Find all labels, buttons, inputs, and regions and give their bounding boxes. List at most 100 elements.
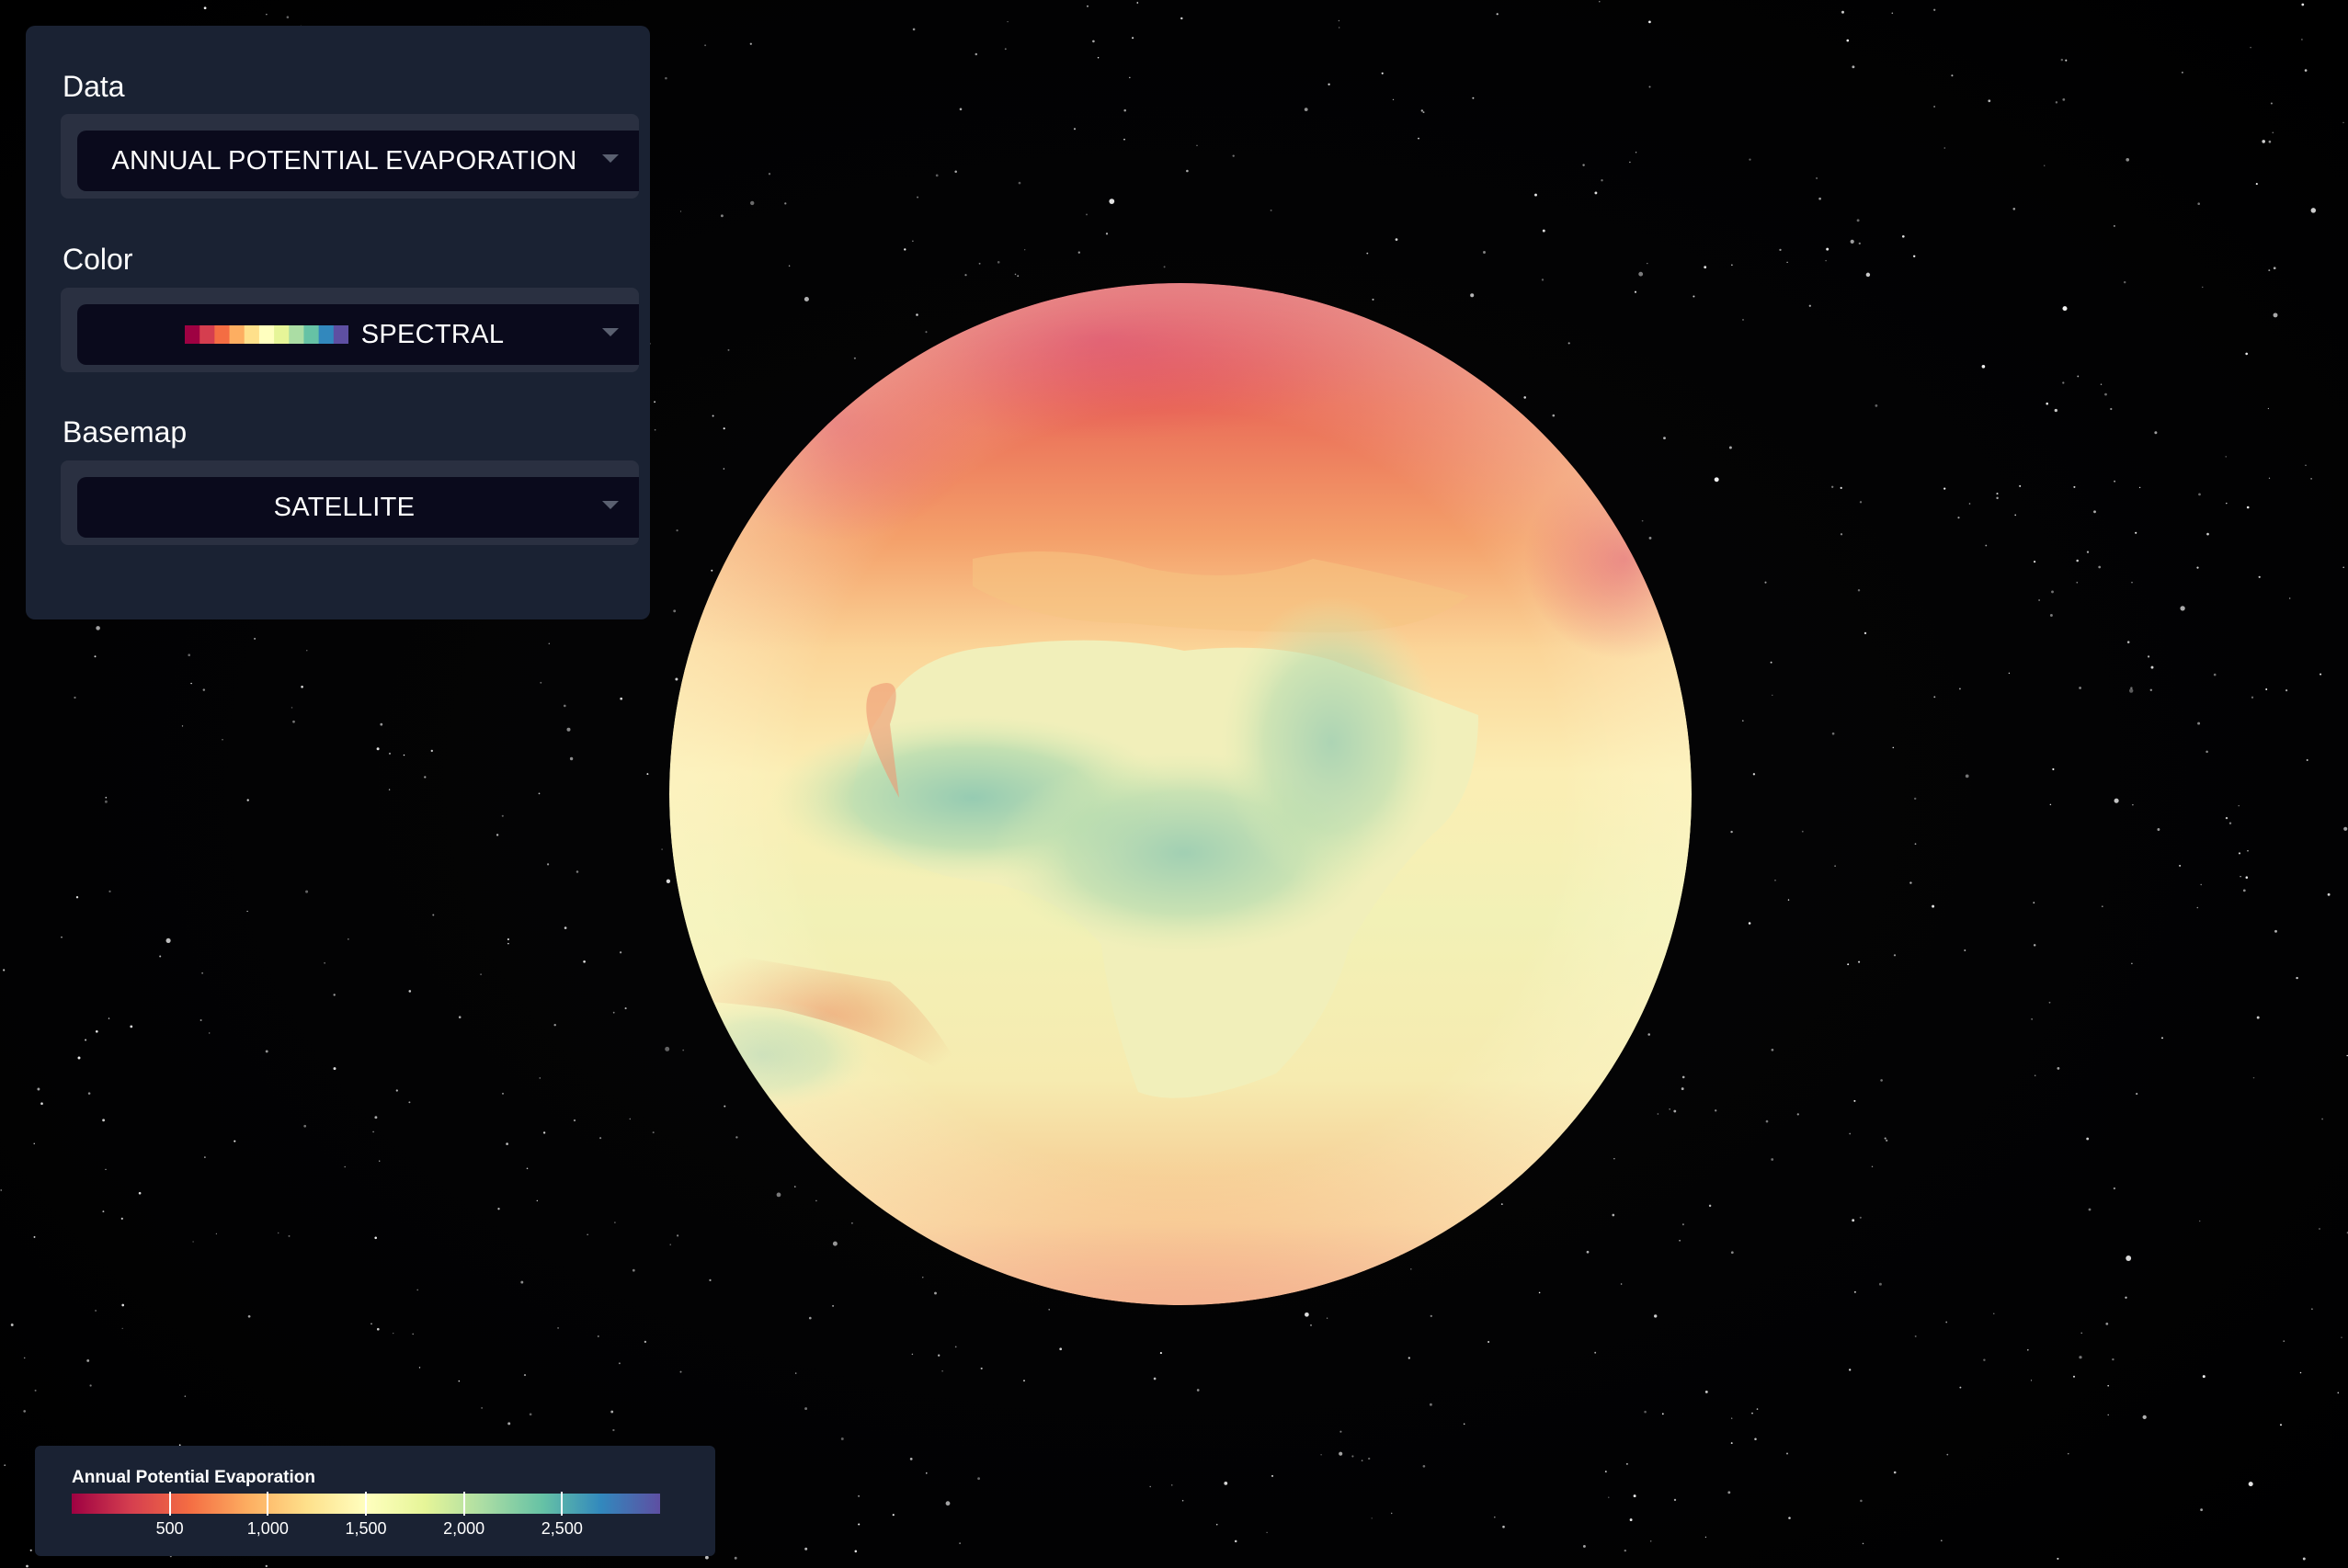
star — [2238, 805, 2240, 807]
star — [2213, 673, 2217, 676]
star — [2321, 1118, 2323, 1120]
star — [1620, 1283, 1623, 1285]
star — [1841, 10, 1844, 14]
star — [564, 926, 567, 929]
star — [583, 960, 586, 963]
star — [2068, 1453, 2069, 1455]
star — [1320, 1454, 1322, 1456]
star — [2107, 1384, 2110, 1387]
color-select-button[interactable]: SPECTRAL — [77, 304, 639, 365]
star — [1871, 1165, 1874, 1168]
star — [2098, 565, 2102, 569]
star — [734, 1556, 737, 1560]
star — [1981, 364, 1986, 369]
star — [120, 1217, 123, 1220]
star — [1149, 1485, 1151, 1488]
star — [1371, 1517, 1373, 1519]
star — [286, 16, 290, 18]
star — [1968, 503, 1971, 505]
star — [89, 1384, 92, 1387]
star — [1993, 1312, 1995, 1314]
star — [1129, 76, 1131, 79]
star — [539, 1077, 541, 1079]
star — [418, 1367, 421, 1369]
star — [1186, 169, 1189, 173]
star — [2030, 1380, 2033, 1381]
star — [1638, 271, 1644, 277]
star — [652, 1131, 655, 1134]
star — [108, 890, 111, 893]
star — [497, 1208, 500, 1210]
star — [2198, 1220, 2201, 1222]
star — [784, 202, 787, 205]
star — [720, 214, 724, 218]
star — [1679, 1239, 1681, 1242]
star — [1901, 234, 1905, 238]
earth-globe-icon — [669, 283, 1692, 1305]
swatch-segment — [289, 325, 304, 344]
star — [388, 789, 391, 790]
star — [108, 1017, 110, 1019]
star — [2270, 102, 2273, 105]
star — [1831, 485, 1834, 488]
star — [1886, 1139, 1888, 1142]
star — [768, 173, 771, 176]
color-select: SPECTRAL — [61, 288, 639, 372]
star — [2038, 599, 2040, 601]
star — [2179, 864, 2182, 867]
star — [2265, 688, 2268, 690]
star — [265, 1564, 268, 1568]
star — [2268, 140, 2272, 143]
star — [2258, 575, 2261, 578]
star — [2088, 1208, 2092, 1211]
star — [188, 653, 191, 657]
star — [265, 1050, 268, 1053]
star — [246, 910, 248, 913]
star — [2012, 207, 2016, 210]
star — [1582, 1544, 1586, 1548]
star — [2268, 269, 2271, 272]
star — [557, 1326, 560, 1329]
legend: Annual Potential Evaporation 500 1,000 1,5… — [35, 1446, 715, 1556]
star — [2245, 876, 2249, 879]
legend-tick-label: 1,500 — [345, 1519, 387, 1538]
star — [2196, 906, 2199, 909]
star — [87, 1092, 91, 1095]
swatch-segment — [303, 325, 319, 344]
star — [1649, 1540, 1652, 1542]
star — [704, 44, 707, 47]
star — [804, 1407, 808, 1411]
star — [2076, 559, 2079, 562]
star — [2112, 1358, 2114, 1361]
star — [2034, 561, 2036, 563]
star — [526, 1167, 529, 1170]
star — [1826, 247, 1829, 251]
star — [1730, 1251, 1734, 1255]
star — [959, 1542, 961, 1544]
basemap-select-button[interactable]: SATELLITE — [77, 477, 639, 538]
star — [1983, 1358, 1986, 1361]
star — [85, 1039, 87, 1041]
star — [246, 799, 249, 801]
star — [190, 682, 192, 685]
star — [2302, 1557, 2306, 1561]
star — [1483, 251, 1486, 254]
star — [301, 686, 303, 688]
star — [121, 1327, 123, 1330]
star — [632, 1268, 635, 1272]
star — [1534, 193, 1537, 197]
globe-map[interactable] — [669, 283, 1692, 1305]
star — [2305, 464, 2307, 466]
star — [507, 1422, 511, 1426]
star — [1018, 181, 1021, 185]
star — [2197, 722, 2201, 725]
star — [1912, 255, 1916, 258]
star — [2149, 688, 2153, 692]
data-select-button[interactable]: ANNUAL POTENTIAL EVAPORATION — [77, 131, 639, 191]
star — [1644, 1410, 1647, 1414]
star — [2268, 477, 2271, 479]
star — [788, 265, 791, 267]
star — [1808, 304, 1811, 307]
star — [904, 248, 906, 251]
star — [1661, 1413, 1664, 1415]
